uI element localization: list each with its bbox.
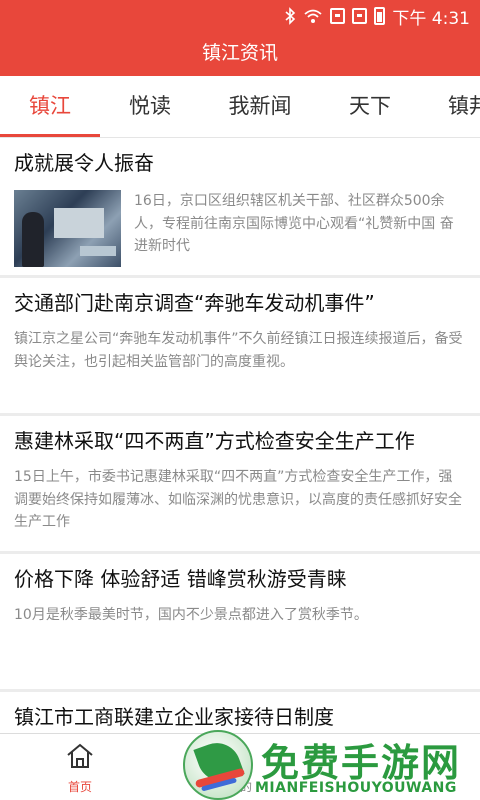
nav-home[interactable]: 首页: [20, 734, 140, 800]
battery-icon: [374, 7, 386, 25]
tab-tianxia[interactable]: 天下: [320, 76, 420, 137]
sim-card-icon: [330, 8, 346, 24]
wifi-icon: [303, 8, 323, 24]
sim-card-icon: [352, 8, 368, 24]
category-tabs: 镇江 悦读 我新闻 天下 镇邦: [0, 76, 480, 138]
status-bar: 下午 4:31: [0, 0, 480, 32]
news-item[interactable]: 成就展令人振奋 16日，京口区组织辖区机关干部、社区群众500余人，专程前往南京…: [0, 138, 480, 278]
user-icon: [180, 742, 300, 774]
news-feed: 成就展令人振奋 16日，京口区组织辖区机关干部、社区群众500余人，专程前往南京…: [0, 138, 480, 752]
page-title: 镇江资讯: [0, 32, 480, 76]
news-thumbnail: [14, 190, 121, 267]
bottom-navigation: 首页 我的: [0, 733, 480, 800]
home-icon: [20, 742, 140, 774]
news-item[interactable]: 惠建林采取“四不两直”方式检查安全生产工作 15日上午，市委书记惠建林采取“四不…: [0, 416, 480, 554]
news-summary: 镇江京之星公司“奔驰车发动机事件”不久前经镇江日报连续报道后，备受舆论关注，也引…: [14, 331, 463, 370]
tab-zhenbang[interactable]: 镇邦: [436, 76, 480, 137]
bluetooth-icon: [284, 7, 296, 25]
nav-mine-label: 我的: [227, 780, 252, 794]
news-summary: 10月是秋季最美时节，国内不少景点都进入了赏秋季节。: [14, 607, 368, 623]
news-item[interactable]: 交通部门赴南京调查“奔驰车发动机事件” 镇江京之星公司“奔驰车发动机事件”不久前…: [0, 278, 480, 416]
nav-home-label: 首页: [67, 780, 92, 794]
news-title: 镇江市工商联建立企业家接待日制度: [14, 705, 334, 729]
news-title: 价格下降 体验舒适 错峰赏秋游受青睐: [14, 567, 347, 591]
news-item[interactable]: 价格下降 体验舒适 错峰赏秋游受青睐 10月是秋季最美时节，国内不少景点都进入了…: [0, 554, 480, 692]
tab-zhenjiang[interactable]: 镇江: [0, 76, 100, 137]
news-title: 成就展令人振奋: [14, 151, 154, 175]
status-time: 下午 4:31: [392, 8, 470, 29]
news-title: 惠建林采取“四不两直”方式检查安全生产工作: [14, 429, 415, 453]
nav-mine[interactable]: 我的: [180, 734, 300, 800]
news-summary: 16日，京口区组织辖区机关干部、社区群众500余人，专程前往南京国际博览中心观看…: [134, 193, 454, 254]
news-title: 交通部门赴南京调查“奔驰车发动机事件”: [14, 291, 375, 315]
tab-woxinwen[interactable]: 我新闻: [200, 76, 320, 137]
news-summary: 15日上午，市委书记惠建林采取“四不两直”方式检查安全生产工作，强调要始终保持如…: [14, 469, 462, 530]
tab-yuedu[interactable]: 悦读: [100, 76, 200, 137]
